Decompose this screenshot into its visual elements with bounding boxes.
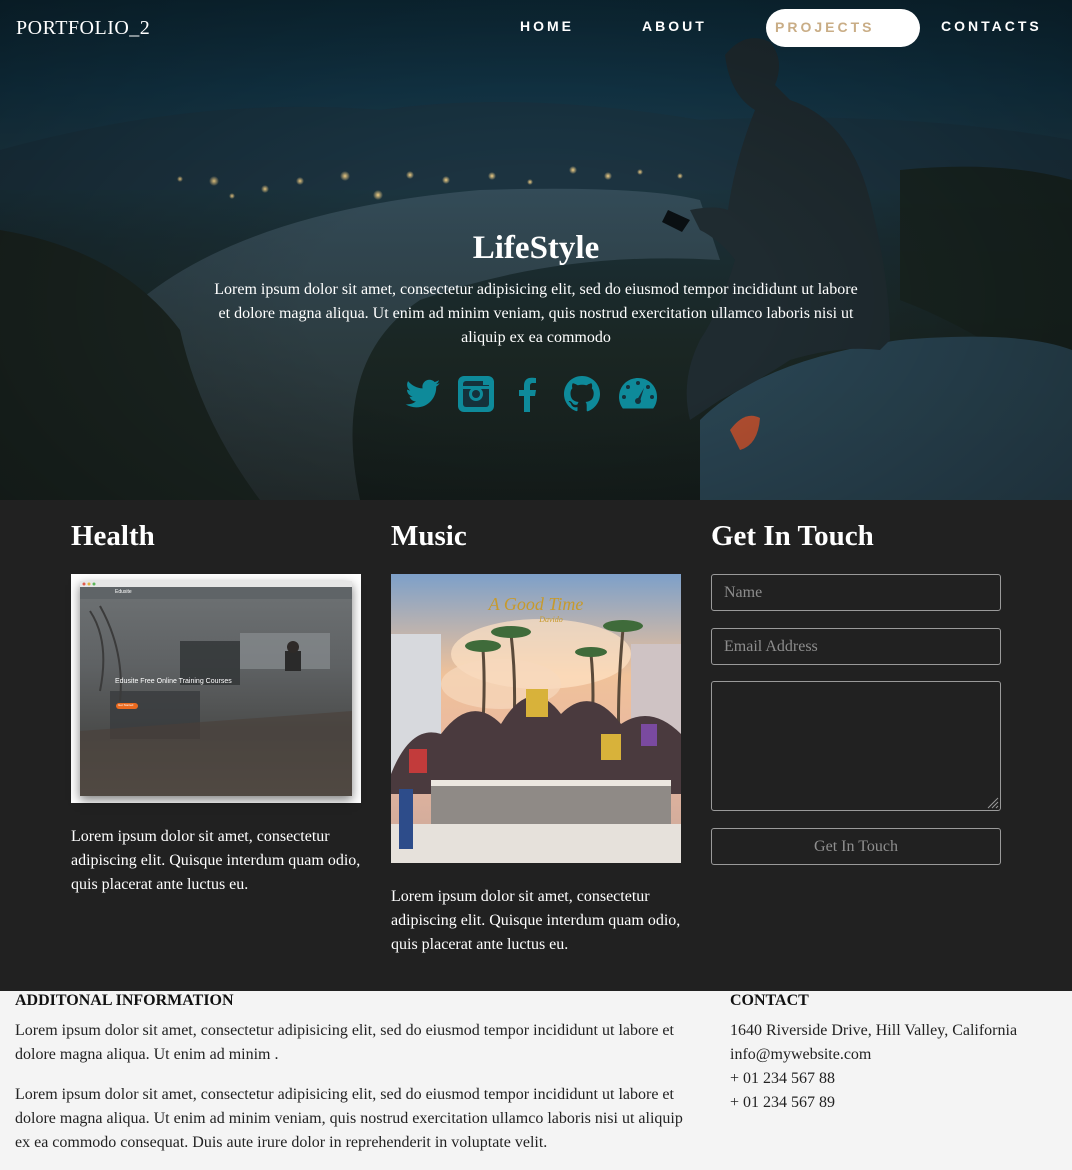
additional-info-paragraph-1: Lorem ipsum dolor sit amet, consectetur …: [15, 1022, 674, 1063]
email-field[interactable]: [711, 628, 1001, 665]
contact-phone-2[interactable]: + 01 234 567 89: [730, 1091, 835, 1115]
hero-description: Lorem ipsum dolor sit amet, consectetur …: [214, 281, 858, 346]
nav-home-link[interactable]: HOME: [520, 18, 574, 34]
health-title: Health: [71, 520, 155, 552]
health-project-thumbnail[interactable]: Edusite Edusite Free Online Training Cou…: [71, 574, 361, 803]
health-description: Lorem ipsum dolor sit amet, consectetur …: [71, 828, 361, 893]
content-section: Health Edusite Edusite Free Online Train…: [0, 500, 1072, 991]
music-description: Lorem ipsum dolor sit amet, consectetur …: [391, 888, 681, 953]
facebook-icon[interactable]: [506, 372, 550, 416]
twitter-icon[interactable]: [400, 372, 444, 416]
instagram-icon[interactable]: [454, 372, 498, 416]
github-icon[interactable]: [560, 372, 604, 416]
music-title: Music: [391, 520, 467, 552]
office-photo-illustration: [80, 581, 352, 796]
edusite-brand: Edusite: [115, 589, 132, 595]
hero-title: LifeStyle: [472, 230, 600, 266]
dashboard-icon[interactable]: [616, 372, 660, 416]
hero-section: PORTFOLIO_2 HOME ABOUT PROJECTS CONTACTS…: [0, 0, 1072, 500]
album-cover-artist: Davido: [538, 615, 563, 624]
resize-grip-icon[interactable]: [985, 795, 999, 809]
brand-logo[interactable]: PORTFOLIO_2: [16, 17, 150, 40]
nav-projects-link[interactable]: PROJECTS: [766, 9, 920, 47]
contact-form-title: Get In Touch: [711, 520, 874, 552]
edusite-button: Get Started: [118, 703, 134, 707]
album-art-illustration: A Good Time Davido: [391, 574, 681, 863]
edusite-screenshot: Edusite Edusite Free Online Training Cou…: [80, 581, 352, 796]
name-field[interactable]: [711, 574, 1001, 611]
additional-info-paragraph-2: Lorem ipsum dolor sit amet, consectetur …: [15, 1086, 683, 1151]
contact-email[interactable]: info@mywebsite.com: [730, 1043, 871, 1067]
additional-info-heading: ADDITONAL INFORMATION: [15, 992, 234, 1009]
message-textarea[interactable]: [711, 681, 1001, 811]
nav-contacts-link[interactable]: CONTACTS: [941, 18, 1042, 34]
edusite-heading: Edusite Free Online Training Courses: [115, 678, 232, 685]
nav-about-link[interactable]: ABOUT: [642, 18, 707, 34]
footer: ADDITONAL INFORMATION Lorem ipsum dolor …: [0, 991, 1072, 1170]
album-cover-title: A Good Time: [488, 594, 584, 614]
contact-address: 1640 Riverside Drive, Hill Valley, Calif…: [730, 1022, 1018, 1039]
contact-phone-1[interactable]: + 01 234 567 88: [730, 1067, 835, 1091]
music-album-cover[interactable]: A Good Time Davido: [391, 574, 681, 863]
top-navbar: PORTFOLIO_2 HOME ABOUT PROJECTS CONTACTS: [0, 0, 1072, 56]
get-in-touch-button[interactable]: Get In Touch: [711, 828, 1001, 865]
contact-heading: CONTACT: [730, 992, 809, 1009]
